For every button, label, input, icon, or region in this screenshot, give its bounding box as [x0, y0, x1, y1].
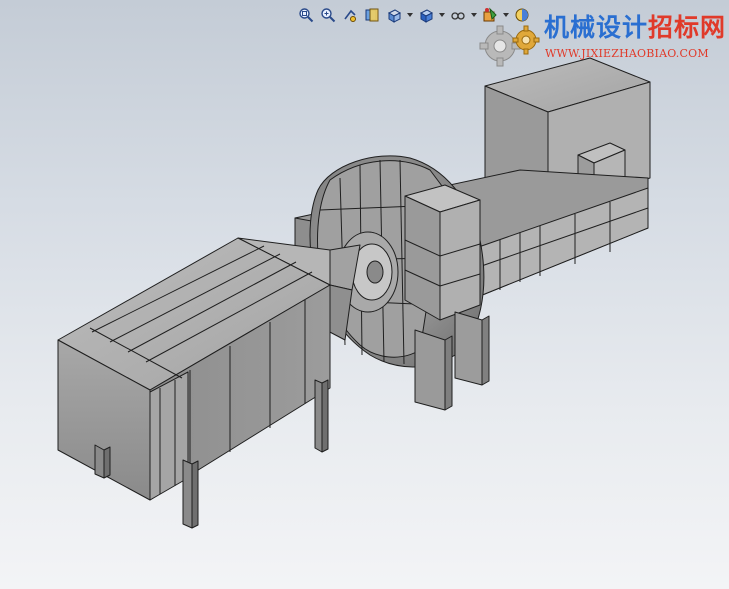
- display-style-button[interactable]: [416, 5, 436, 25]
- watermark-title-part2: 招标网: [648, 13, 727, 42]
- zoom-to-fit-button[interactable]: [296, 5, 316, 25]
- zoom-to-fit-icon: [299, 8, 314, 23]
- section-view-button[interactable]: [362, 5, 382, 25]
- chevron-down-icon: [407, 13, 413, 17]
- display-style-dropdown[interactable]: [438, 5, 446, 25]
- view-orientation-dropdown[interactable]: [406, 5, 414, 25]
- previous-view-button[interactable]: [340, 5, 360, 25]
- view-orientation-icon: [387, 9, 402, 23]
- watermark-url: WWW.JIXIEZHAOBIAO.COM: [545, 47, 709, 60]
- display-style-icon: [419, 9, 434, 23]
- watermark-logo: 机械设计招标网 WWW.JIXIEZHAOBIAO.COM: [476, 4, 726, 67]
- view-orientation-button[interactable]: [384, 5, 404, 25]
- section-view-icon: [365, 8, 379, 22]
- zoom-to-area-button[interactable]: [318, 5, 338, 25]
- hide-show-items-button[interactable]: [448, 5, 468, 25]
- watermark-title: 机械设计招标网: [544, 8, 726, 44]
- fan-assembly-model[interactable]: [0, 0, 729, 589]
- gear-icon: [479, 25, 540, 67]
- watermark-title-part1: 机械设计: [544, 13, 649, 42]
- hide-show-items-icon: [451, 12, 465, 20]
- previous-view-icon: [344, 9, 356, 22]
- zoom-to-area-icon: [321, 8, 336, 23]
- graphics-area[interactable]: 机械设计招标网 WWW.JIXIEZHAOBIAO.COM: [0, 0, 729, 589]
- chevron-down-icon: [439, 13, 445, 17]
